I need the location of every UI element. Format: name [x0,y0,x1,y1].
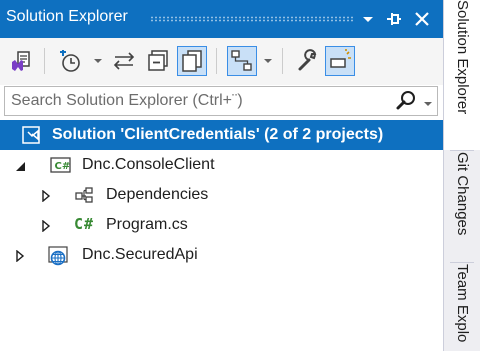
search-input[interactable] [5,87,391,115]
toolbar-separator [216,48,217,74]
side-tab-git-changes[interactable]: Git Changes [444,152,480,260]
tree-item-label: Dnc.SecuredApi [82,246,198,263]
tree-item-file[interactable]: C# Program.cs [0,210,443,240]
switch-views-icon[interactable] [6,46,36,76]
expanded-triangle-icon[interactable] [14,159,26,171]
tree-item-project[interactable]: C# Dnc.ConsoleClient [0,150,443,180]
dependencies-icon [74,186,94,204]
search-icon[interactable] [395,90,417,112]
properties-icon[interactable] [293,46,323,76]
side-tab-solution-explorer[interactable]: Solution Explorer [444,0,480,150]
solution-explorer-panel: Solution Explorer Search Solution Explor… [0,0,443,351]
title-grip[interactable] [150,16,353,22]
collapse-all-icon[interactable] [143,46,173,76]
preview-selected-icon[interactable] [325,46,355,76]
window-position-dropdown-icon[interactable] [358,8,378,30]
search-options-dropdown-icon[interactable] [423,96,433,106]
show-all-files-icon[interactable] [177,46,207,76]
web-project-icon [48,246,68,266]
view-class-diagram-icon[interactable] [227,46,257,76]
tree-item-project[interactable]: Dnc.SecuredApi [0,240,443,270]
csharp-file-icon: C# [74,215,102,234]
collapsed-triangle-icon[interactable] [40,219,52,233]
tree-item-label: Solution 'ClientCredentials' (2 of 2 pro… [52,126,384,143]
close-icon[interactable] [412,8,432,30]
tree-item-label: Dnc.ConsoleClient [82,156,215,173]
tree-item-label: Program.cs [106,216,188,233]
history-icon[interactable] [55,46,85,76]
history-dropdown-icon[interactable] [93,56,103,66]
toolbar [0,38,443,85]
side-tab-label: Team Explo [454,264,471,343]
search-box [4,86,438,116]
solution-icon [22,126,42,144]
auto-hide-pin-icon[interactable] [384,8,404,30]
side-tab-divider [450,150,474,151]
side-tab-divider [450,262,474,263]
csharp-glyph: C# [74,215,95,233]
title-bar: Solution Explorer [0,0,443,38]
diagram-dropdown-icon[interactable] [263,56,273,66]
svg-text:C#: C# [55,161,71,172]
side-tab-label: Solution Explorer [454,0,471,115]
tree-item-dependencies[interactable]: Dependencies [0,180,443,210]
window-title: Solution Explorer [6,8,128,25]
csharp-project-icon: C# [50,156,71,174]
side-tab-team-explorer[interactable]: Team Explo [444,264,480,351]
sync-icon[interactable] [109,46,139,76]
collapsed-triangle-icon[interactable] [40,189,52,203]
collapsed-triangle-icon[interactable] [14,249,26,263]
side-tab-label: Git Changes [454,152,471,236]
toolbar-separator [282,48,283,74]
tree-item-solution[interactable]: Solution 'ClientCredentials' (2 of 2 pro… [0,120,443,150]
toolbar-separator [44,48,45,74]
tree-item-label: Dependencies [106,186,209,203]
side-tab-strip: Solution Explorer Git Changes Team Explo [443,0,480,351]
